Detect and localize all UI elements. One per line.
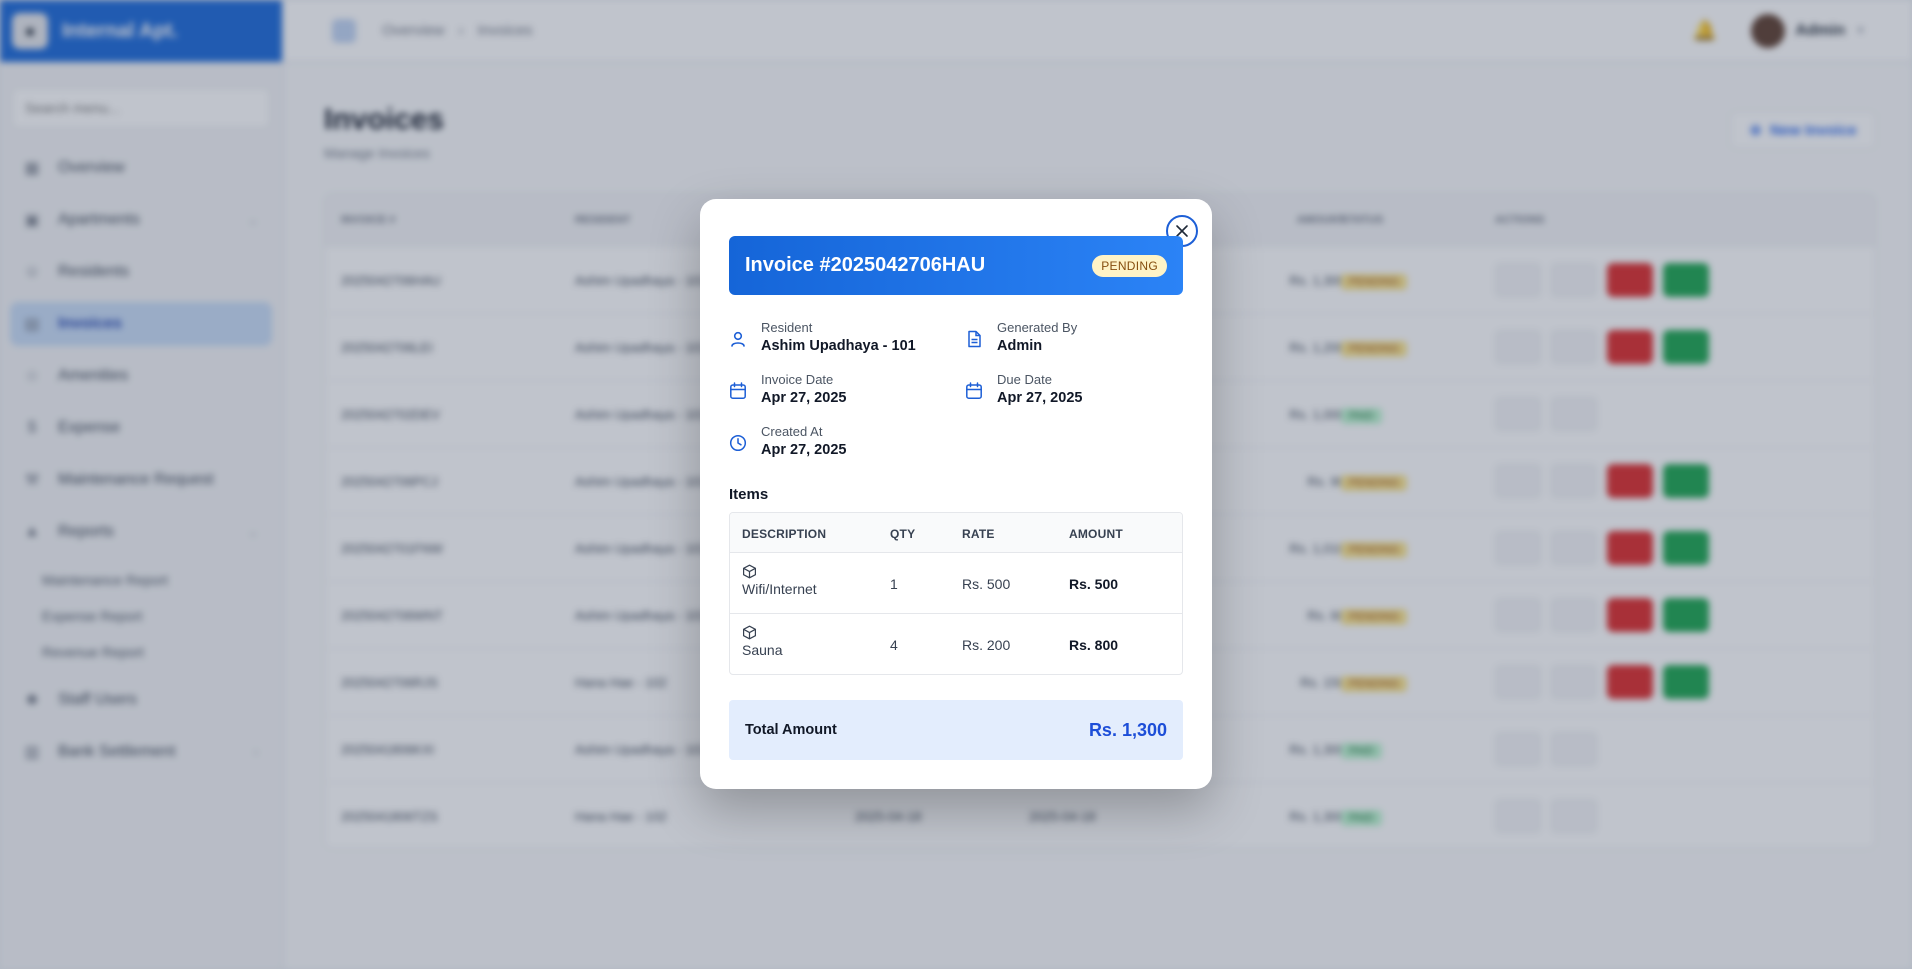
due-date-field: Due Date Apr 27, 2025 bbox=[965, 372, 1082, 406]
package-icon bbox=[742, 564, 757, 579]
resident-field: Resident Ashim Upadhaya - 101 bbox=[729, 320, 916, 354]
item-amount: Rs. 800 bbox=[1069, 637, 1119, 653]
invoice-title: Invoice #2025042706HAU bbox=[745, 254, 986, 276]
items-table-header: DESCRIPTION QTY RATE AMOUNT bbox=[730, 513, 1182, 553]
clock-icon bbox=[729, 434, 747, 452]
package-icon bbox=[742, 625, 757, 640]
created-at-label: Created At bbox=[761, 424, 823, 439]
items-table: DESCRIPTION QTY RATE AMOUNT Wifi/Interne… bbox=[729, 512, 1183, 675]
document-icon bbox=[968, 330, 981, 348]
item-rate: Rs. 200 bbox=[962, 637, 1011, 653]
due-date-value: Apr 27, 2025 bbox=[997, 390, 1083, 406]
item-description-cell: Sauna bbox=[742, 625, 782, 658]
calendar-icon bbox=[966, 382, 982, 399]
total-value: Rs. 1,300 bbox=[1088, 719, 1167, 740]
item-amount: Rs. 500 bbox=[1069, 576, 1119, 592]
item-row: Sauna 4 Rs. 200 Rs. 800 bbox=[730, 614, 1182, 674]
status-badge: PENDING bbox=[1092, 254, 1167, 277]
invoice-detail-modal: Invoice #2025042706HAU PENDING Resident … bbox=[700, 199, 1212, 789]
generated-by-value: Admin bbox=[997, 338, 1043, 354]
item-rate: Rs. 500 bbox=[962, 576, 1011, 592]
invoice-date-value: Apr 27, 2025 bbox=[761, 390, 847, 406]
item-row: Wifi/Internet 1 Rs. 500 Rs. 500 bbox=[730, 553, 1182, 614]
resident-label: Resident bbox=[761, 320, 813, 335]
resident-value: Ashim Upadhaya - 101 bbox=[761, 338, 916, 354]
items-title: Items bbox=[729, 486, 769, 503]
created-at-value: Apr 27, 2025 bbox=[761, 442, 847, 458]
calendar-icon bbox=[730, 382, 746, 399]
item-qty: 4 bbox=[890, 637, 898, 653]
user-icon bbox=[731, 331, 745, 347]
item-qty: 1 bbox=[890, 576, 898, 592]
items-col-rate: RATE bbox=[962, 527, 995, 541]
total-summary: Total Amount Rs. 1,300 bbox=[729, 700, 1183, 760]
item-description: Wifi/Internet bbox=[742, 581, 817, 597]
invoice-date-label: Invoice Date bbox=[761, 372, 834, 387]
invoice-date-field: Invoice Date Apr 27, 2025 bbox=[729, 372, 846, 406]
generated-by-field: Generated By Admin bbox=[965, 320, 1077, 354]
total-label: Total Amount bbox=[745, 722, 837, 738]
due-date-label: Due Date bbox=[997, 372, 1052, 387]
item-description-cell: Wifi/Internet bbox=[742, 564, 817, 597]
created-at-field: Created At Apr 27, 2025 bbox=[729, 424, 846, 458]
item-description: Sauna bbox=[742, 642, 783, 658]
invoice-header: Invoice #2025042706HAU PENDING bbox=[729, 236, 1183, 295]
items-col-qty: QTY bbox=[890, 527, 916, 541]
items-col-amount: AMOUNT bbox=[1069, 527, 1123, 541]
generated-by-label: Generated By bbox=[997, 320, 1078, 335]
items-col-description: DESCRIPTION bbox=[742, 527, 827, 541]
